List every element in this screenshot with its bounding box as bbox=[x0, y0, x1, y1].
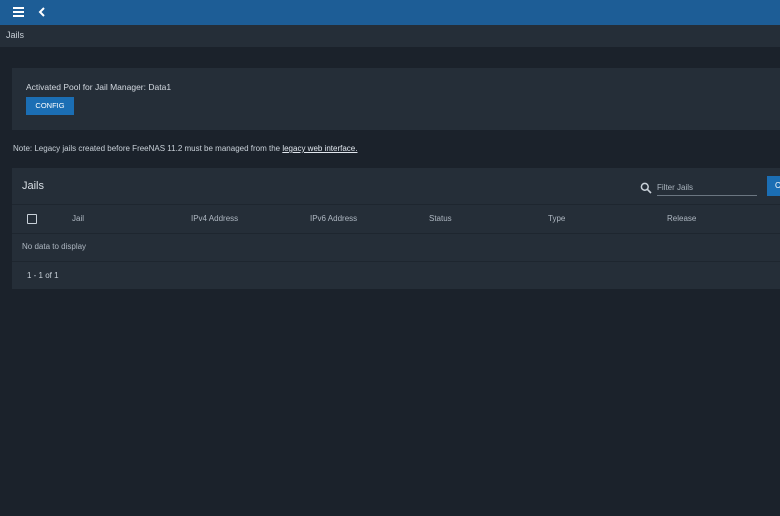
column-header-release[interactable]: Release bbox=[667, 214, 696, 223]
add-jail-button[interactable]: C bbox=[767, 176, 780, 196]
breadcrumb: Jails bbox=[0, 25, 780, 47]
column-header-jail[interactable]: Jail bbox=[72, 214, 84, 223]
config-button[interactable]: CONFIG bbox=[26, 97, 74, 115]
column-header-type[interactable]: Type bbox=[548, 214, 565, 223]
empty-table-message: No data to display bbox=[22, 242, 87, 251]
pool-card: Activated Pool for Jail Manager: Data1 C… bbox=[12, 68, 780, 130]
jails-card: Jails C Jail IPv4 Address IPv6 Address S… bbox=[12, 168, 780, 289]
legacy-web-interface-link[interactable]: legacy web interface. bbox=[282, 144, 357, 153]
chevron-left-icon[interactable] bbox=[36, 5, 48, 19]
select-all-checkbox[interactable] bbox=[27, 214, 37, 224]
jails-card-title: Jails bbox=[22, 180, 45, 192]
column-header-ipv6[interactable]: IPv6 Address bbox=[310, 214, 357, 223]
activated-pool-label: Activated Pool for Jail Manager: Data1 bbox=[26, 82, 172, 92]
table-row: No data to display bbox=[12, 233, 780, 262]
paginator-range: 1 - 1 of 1 bbox=[27, 271, 59, 280]
menu-icon[interactable] bbox=[12, 6, 26, 18]
legacy-note-text: Note: Legacy jails created before FreeNA… bbox=[13, 144, 283, 153]
column-header-status[interactable]: Status bbox=[429, 214, 452, 223]
filter-jails-input[interactable] bbox=[657, 180, 757, 196]
breadcrumb-item-jails: Jails bbox=[6, 30, 25, 40]
top-toolbar bbox=[0, 0, 780, 25]
search-icon bbox=[640, 181, 652, 194]
table-header: Jail IPv4 Address IPv6 Address Status Ty… bbox=[12, 204, 780, 234]
legacy-note: Note: Legacy jails created before FreeNA… bbox=[13, 144, 357, 153]
column-header-ipv4[interactable]: IPv4 Address bbox=[191, 214, 238, 223]
